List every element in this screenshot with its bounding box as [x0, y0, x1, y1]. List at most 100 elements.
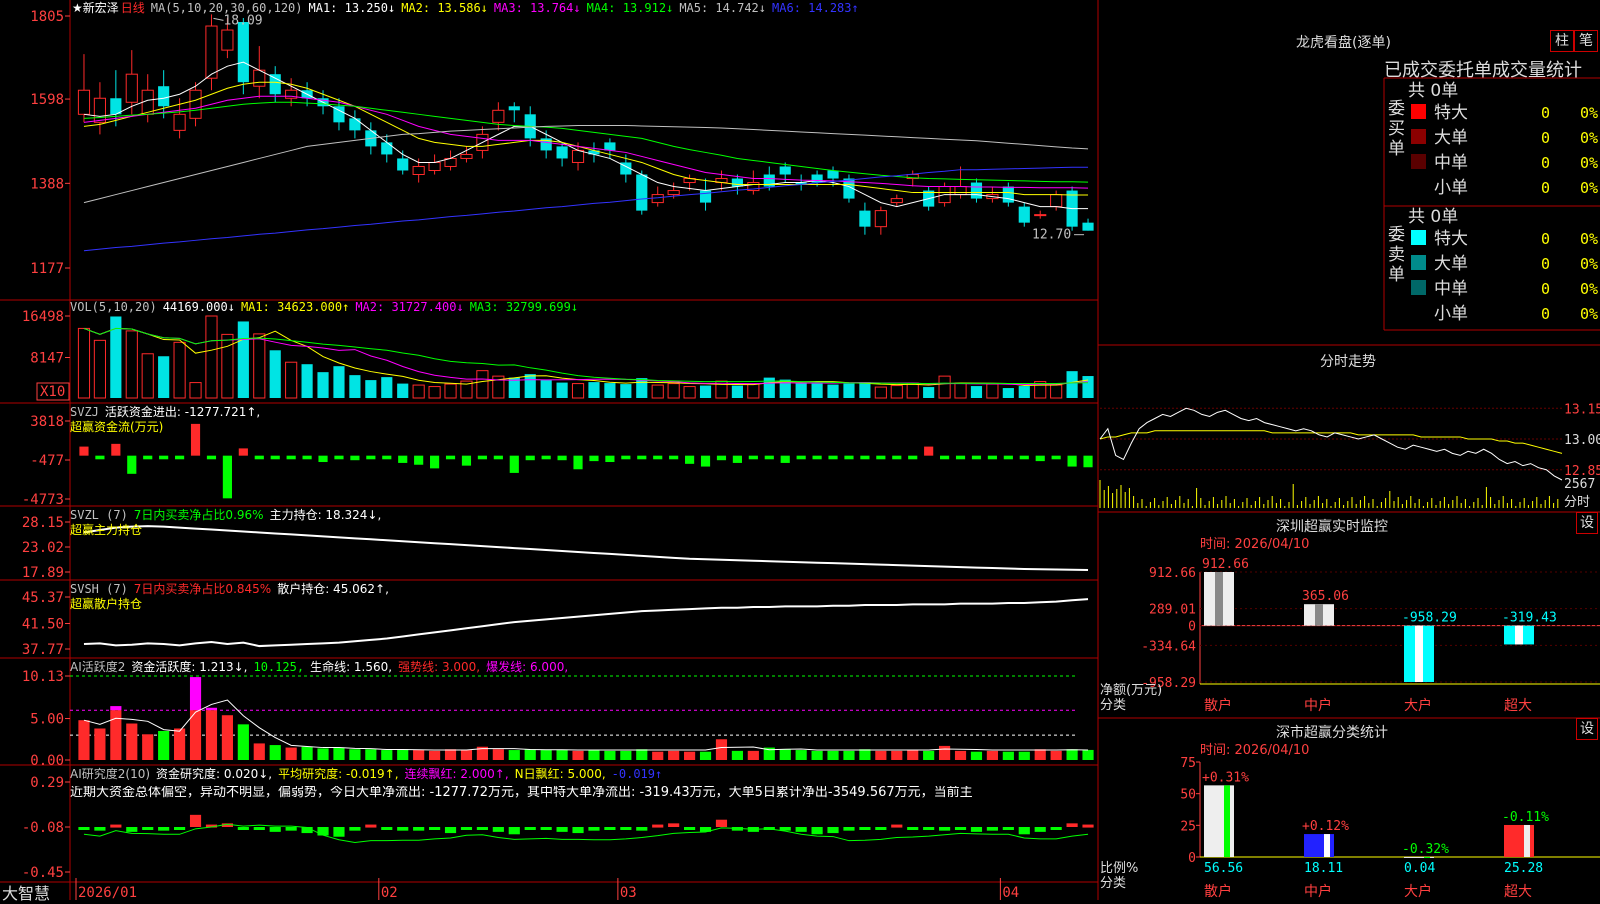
active-bar[interactable] — [110, 710, 122, 760]
candle-body-up[interactable] — [874, 210, 887, 228]
active-bar[interactable] — [1066, 749, 1078, 760]
volume-bar[interactable] — [890, 385, 903, 399]
volume-bar[interactable] — [1066, 371, 1078, 398]
volume-bar[interactable] — [333, 366, 345, 398]
svzj-bar[interactable] — [286, 455, 296, 460]
svzj-bar[interactable] — [685, 455, 695, 464]
research-bar[interactable] — [1050, 827, 1062, 830]
candle-body-down[interactable] — [970, 182, 983, 199]
volume-bar[interactable] — [620, 384, 632, 398]
active-bar[interactable] — [429, 750, 441, 760]
volume-bar[interactable] — [938, 375, 951, 399]
svzj-bar[interactable] — [111, 443, 121, 456]
active-bar[interactable] — [1002, 751, 1014, 760]
volume-bar[interactable] — [731, 385, 743, 398]
svzj-bar[interactable] — [589, 455, 599, 462]
active-bar[interactable] — [986, 750, 998, 760]
svzl-line[interactable] — [83, 525, 1089, 572]
candle-body-down[interactable] — [381, 142, 393, 155]
research-bar[interactable] — [524, 827, 536, 830]
volume-bar[interactable] — [349, 375, 361, 398]
research-bar[interactable] — [1018, 827, 1030, 835]
research-bar[interactable] — [142, 827, 154, 830]
monitor-settings-button[interactable]: 设 — [1576, 512, 1598, 534]
volume-bar[interactable] — [683, 386, 696, 399]
active-bar[interactable] — [620, 750, 632, 760]
candle-body-down[interactable] — [1002, 186, 1014, 203]
active-bar[interactable] — [636, 749, 648, 760]
research-bar[interactable] — [795, 827, 807, 832]
svzj-bar[interactable] — [828, 455, 838, 460]
active-bar[interactable] — [1082, 749, 1094, 760]
research-bar[interactable] — [333, 827, 345, 837]
active-bar[interactable] — [699, 751, 712, 760]
volume-bar[interactable] — [811, 383, 823, 398]
volume-bar[interactable] — [205, 315, 218, 399]
active-bar[interactable] — [891, 750, 903, 760]
svzj-bar[interactable] — [79, 446, 89, 456]
svsh-chart[interactable] — [83, 598, 1089, 648]
svzj-bar[interactable] — [637, 455, 647, 460]
volume-bar[interactable] — [843, 383, 855, 398]
active-bar[interactable] — [604, 750, 616, 760]
volume-bar[interactable] — [397, 383, 409, 398]
svzj-bar[interactable] — [302, 455, 312, 460]
active-bar[interactable] — [1018, 751, 1030, 760]
svzj-bar[interactable] — [796, 455, 806, 460]
volume-bar[interactable] — [189, 382, 202, 399]
research-bar[interactable] — [413, 827, 425, 831]
volume-bar[interactable] — [604, 383, 616, 398]
main-candlestick-chart[interactable]: 18.09 12.70 — [77, 13, 1094, 243]
research-bar[interactable] — [381, 827, 393, 830]
research-bar[interactable] — [684, 827, 696, 830]
candle-body-down[interactable] — [237, 22, 249, 83]
research-bar[interactable] — [636, 827, 648, 831]
active-bar[interactable] — [540, 750, 552, 760]
volume-bar[interactable] — [141, 353, 154, 399]
active-bar[interactable] — [556, 750, 568, 760]
svzj-bar[interactable] — [780, 455, 790, 463]
candle-body-up[interactable] — [1050, 194, 1063, 208]
active-bar[interactable] — [779, 749, 791, 760]
svzj-bar[interactable] — [876, 455, 886, 460]
volume-bar[interactable] — [571, 383, 585, 399]
research-bar[interactable] — [365, 824, 377, 828]
bar-mode-button[interactable]: 柱 — [1550, 30, 1574, 52]
active-bar[interactable] — [189, 710, 202, 760]
candle-body-up[interactable] — [93, 97, 106, 123]
active-bar[interactable] — [907, 750, 919, 760]
volume-bar[interactable] — [301, 364, 313, 398]
svzj-bar[interactable] — [1035, 455, 1045, 462]
active-bar[interactable] — [715, 739, 728, 760]
research-bar[interactable] — [986, 827, 998, 831]
svzj-bar[interactable] — [844, 455, 854, 460]
candle-body-down[interactable] — [699, 190, 712, 203]
active-bar-peak[interactable] — [189, 677, 202, 711]
candle-body-up[interactable] — [571, 149, 585, 163]
research-bar[interactable] — [237, 827, 249, 830]
volume-bar[interactable] — [269, 350, 281, 398]
active-bar[interactable] — [444, 749, 457, 760]
volume-chart[interactable] — [77, 315, 1094, 399]
research-bar[interactable] — [572, 827, 584, 834]
svzj-bar[interactable] — [860, 455, 870, 460]
active-bar[interactable] — [843, 750, 855, 760]
volume-bar[interactable] — [699, 385, 712, 398]
active-bar[interactable] — [78, 720, 90, 760]
ai-research-chart[interactable] — [78, 814, 1094, 844]
svzj-bar[interactable] — [414, 455, 424, 465]
volume-bar[interactable] — [588, 382, 600, 398]
research-bar[interactable] — [954, 827, 967, 830]
svzj-bar[interactable] — [493, 455, 503, 460]
volume-bar[interactable] — [253, 333, 266, 399]
svzj-bar[interactable] — [445, 455, 456, 460]
svzj-bar[interactable] — [430, 455, 440, 469]
svzj-bar[interactable] — [541, 455, 551, 460]
svzj-bar[interactable] — [222, 455, 232, 499]
active-bar[interactable] — [142, 734, 154, 760]
intraday-chart[interactable]: 13.1513.0012.852567分时 — [1099, 402, 1600, 510]
research-bar[interactable] — [78, 827, 90, 830]
research-bar[interactable] — [620, 827, 632, 830]
research-bar[interactable] — [843, 827, 855, 831]
active-bar[interactable] — [94, 728, 106, 760]
